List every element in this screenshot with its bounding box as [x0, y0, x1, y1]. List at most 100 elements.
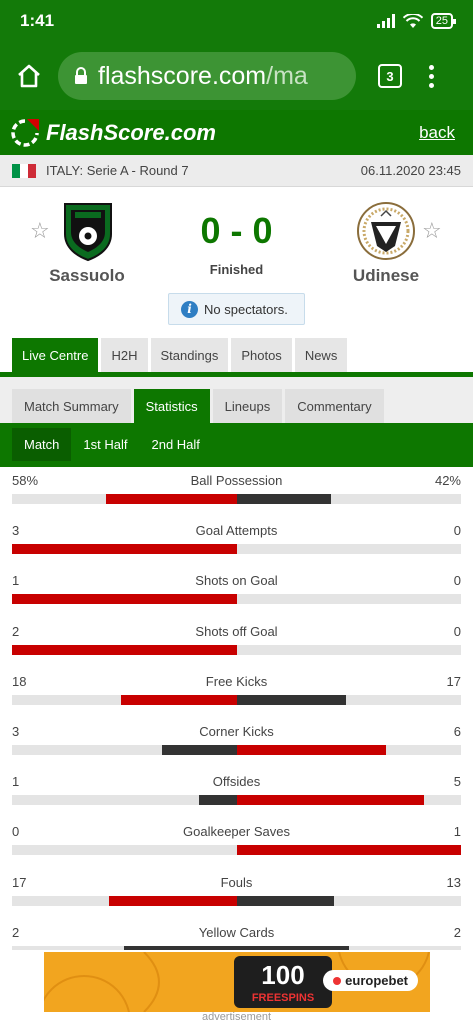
stat-away-bar	[236, 694, 346, 705]
tab-label: News	[304, 347, 338, 363]
ad-label: advertisement	[201, 1011, 272, 1023]
tab-h2h[interactable]: H2H	[101, 338, 148, 372]
stat-label: Offsides	[212, 774, 261, 790]
stat-label: Shots on Goal	[195, 573, 278, 589]
tab-label: Statistics	[145, 398, 198, 414]
stat-row: 3 Goal Attempts 0	[0, 517, 473, 567]
stat-label: Fouls	[220, 874, 253, 890]
italy-flag-icon	[12, 163, 36, 178]
menu-dot-icon	[428, 64, 434, 70]
stat-away-bar	[236, 494, 331, 504]
match-datetime: 06.11.2020 23:45	[360, 163, 461, 178]
league-name[interactable]: ITALY: Serie A - Round 7	[46, 163, 189, 178]
stat-bar-track	[12, 694, 461, 705]
home-icon	[18, 64, 40, 88]
tab-lineups[interactable]: Lineups	[212, 389, 283, 423]
status-bar: 1:41 25	[0, 0, 473, 42]
address-bar[interactable]: flashscore.com/ma	[58, 52, 356, 100]
flag-stripe	[28, 163, 36, 178]
stat-away-bar	[236, 895, 334, 906]
stat-away-value: 0	[453, 573, 461, 589]
league-breadcrumb: ITALY: Serie A - Round 7 06.11.2020 23:4…	[0, 155, 473, 187]
logo-text: FlashScore.com	[46, 119, 216, 145]
stat-away-bar	[236, 795, 424, 806]
stat-bar-track	[12, 544, 461, 555]
stat-away-value: 17	[446, 673, 461, 689]
tab-label: Match Summary	[24, 398, 119, 414]
stat-row: 2 Shots off Goal 0	[0, 618, 473, 668]
tab-photos[interactable]: Photos	[231, 338, 292, 372]
ad-badge-number: 100	[261, 960, 304, 990]
stat-label: Ball Possession	[190, 473, 283, 488]
away-team-name[interactable]: Udinese	[311, 266, 461, 286]
overflow-menu-button[interactable]	[428, 64, 434, 88]
menu-dot-icon	[428, 73, 434, 79]
stat-away-value: 6	[453, 723, 461, 739]
tab-period-match[interactable]: Match	[12, 428, 72, 461]
battery-icon: 25	[430, 13, 457, 29]
tab-live-centre[interactable]: Live Centre	[12, 338, 99, 372]
back-link[interactable]: back	[419, 123, 455, 143]
match-header: ☆ Sassuolo 0 - 0 Finished Udinese ☆ i No…	[0, 188, 473, 338]
stat-away-bar	[236, 845, 461, 856]
flashscore-logo[interactable]: FlashScore.com	[10, 118, 216, 148]
url-path: /ma	[266, 61, 308, 90]
stat-bar-track	[12, 594, 461, 605]
tab-label: Live Centre	[22, 347, 89, 363]
tab-label: H2H	[111, 347, 138, 363]
brand-dot-icon	[333, 976, 342, 985]
stat-home-bar	[199, 795, 237, 806]
stat-row: 2 Yellow Cards 2	[0, 919, 473, 950]
stat-away-value: 13	[446, 874, 461, 890]
ad-badge-text: FREESPINS	[252, 992, 314, 1004]
signal-icon	[376, 14, 395, 28]
stat-bar-track	[12, 795, 461, 806]
tab-standings[interactable]: Standings	[150, 338, 229, 372]
stat-label: Goal Attempts	[195, 523, 278, 539]
tab-statistics[interactable]: Statistics	[133, 389, 210, 423]
main-tabs: Live Centre H2H Standings Photos News	[12, 338, 348, 372]
tab-switcher-button[interactable]: 3	[378, 64, 402, 88]
stat-home-bar	[121, 694, 237, 705]
stat-home-bar	[109, 895, 237, 906]
notice-text: No spectators.	[204, 301, 288, 317]
udinese-logo[interactable]	[355, 200, 417, 262]
system-icons: 25	[376, 13, 457, 29]
tab-match-summary[interactable]: Match Summary	[12, 389, 131, 423]
tab-commentary[interactable]: Commentary	[285, 389, 384, 423]
wifi-icon	[402, 13, 423, 28]
stat-label: Yellow Cards	[198, 924, 275, 940]
stat-row: 1 Offsides 5	[0, 768, 473, 818]
period-tabs: Match 1st Half 2nd Half	[12, 428, 212, 461]
tab-news[interactable]: News	[294, 338, 348, 372]
stat-bar-track	[12, 895, 461, 906]
ad-banner[interactable]: 100 FREESPINS europebet	[44, 952, 430, 1012]
stat-row: 0 Goalkeeper Saves 1	[0, 818, 473, 868]
flag-stripe	[20, 163, 28, 178]
stat-bar-track	[12, 744, 461, 755]
stat-home-bar	[161, 744, 237, 755]
stat-row: 1 Shots on Goal 0	[0, 567, 473, 617]
stat-away-value: 2	[453, 924, 461, 940]
stat-away-value: 0	[453, 523, 461, 539]
tab-label: Lineups	[224, 398, 271, 414]
ad-brand-text: europebet	[345, 973, 408, 988]
tab-label: 1st Half	[83, 437, 128, 452]
statistics-list: 58% Ball Possession 42% 3 Goal Attempts 0 1 Sho…	[0, 467, 473, 950]
stat-home-bar	[12, 544, 237, 555]
stat-bar-track	[12, 494, 461, 504]
tab-period-1st-half[interactable]: 1st Half	[71, 428, 139, 461]
spectators-notice: i No spectators.	[168, 293, 305, 325]
url-text: flashscore.com/ma	[98, 62, 308, 91]
stat-away-value: 42%	[434, 473, 461, 488]
freespins-badge: 100 FREESPINS	[234, 956, 332, 1008]
tab-label: Commentary	[297, 398, 372, 414]
stat-label: Goalkeeper Saves	[183, 824, 290, 840]
tab-period-2nd-half[interactable]: 2nd Half	[139, 428, 211, 461]
sub-tabs-area: Match Summary Statistics Lineups Comment…	[0, 377, 473, 423]
status-time: 1:41	[20, 11, 55, 30]
browser-toolbar: flashscore.com/ma 3	[0, 42, 473, 110]
stat-row: 58% Ball Possession 42%	[0, 467, 473, 517]
favorite-away-star-icon[interactable]: ☆	[422, 218, 442, 244]
home-button[interactable]	[12, 59, 46, 93]
